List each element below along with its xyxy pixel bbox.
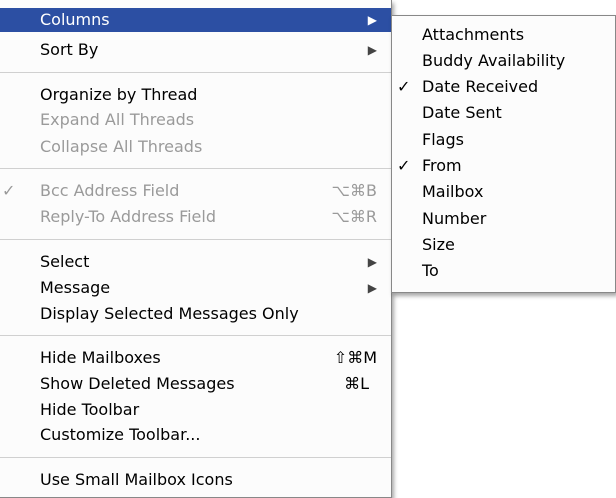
separator [0,239,391,240]
submenu-arrow-icon: ▶ [367,255,377,269]
menu-item-use-small-mailbox-icons[interactable]: Use Small Mailbox Icons [0,468,391,492]
menu-item-show-deleted-messages-label: Show Deleted Messages [40,374,235,393]
separator [0,457,391,458]
menu-item-columns-label: Columns [40,10,110,29]
submenu-item-date-received-label: Date Received [422,77,539,96]
submenu-arrow-icon: ▶ [367,43,377,57]
submenu-item-mailbox[interactable]: Mailbox [392,180,615,204]
menu-item-hide-mailboxes-label: Hide Mailboxes [40,348,161,367]
menu-item-hide-toolbar[interactable]: Hide Toolbar [0,398,391,422]
submenu-item-number[interactable]: Number [392,207,615,231]
submenu-arrow-icon: ▶ [367,281,377,295]
menu-item-hide-mailboxes-shortcut: ⇧⌘M [333,348,377,367]
menu-item-customize-toolbar-label: Customize Toolbar... [40,425,201,444]
checkmark-icon: ✓ [2,181,16,200]
submenu-item-attachments-label: Attachments [422,25,525,44]
menu-item-organize-by-thread-label: Organize by Thread [40,85,198,104]
menu-item-show-deleted-shortcut: ⌘L [344,374,369,393]
submenu-item-number-label: Number [422,209,487,228]
submenu-item-buddy-availability-label: Buddy Availability [422,51,566,70]
menu-item-collapse-all-threads-label: Collapse All Threads [40,137,203,156]
menu-item-columns[interactable]: Columns ▶ [0,8,391,32]
submenu-item-date-sent[interactable]: Date Sent [392,101,615,125]
menu-item-reply-to-address-field[interactable]: Reply-To Address Field ⌥⌘R [0,205,391,229]
separator [0,168,391,169]
menu-item-message-label: Message [40,278,111,297]
submenu-item-mailbox-label: Mailbox [422,182,484,201]
menu-item-organize-by-thread[interactable]: Organize by Thread [0,83,391,107]
submenu-arrow-icon: ▶ [367,13,377,27]
checkmark-icon: ✓ [397,156,411,175]
menu-item-message[interactable]: Message ▶ [0,276,391,300]
menu-item-sort-by-label: Sort By [40,40,99,59]
submenu-item-date-sent-label: Date Sent [422,103,502,122]
submenu-item-attachments[interactable]: Attachments [392,23,615,47]
submenu-item-from-label: From [422,156,462,175]
menu-item-bcc-shortcut: ⌥⌘B [331,181,377,200]
checkmark-icon: ✓ [397,77,411,96]
menu-item-select-label: Select [40,252,90,271]
menu-item-hide-toolbar-label: Hide Toolbar [40,400,140,419]
submenu-item-size-label: Size [422,235,455,254]
menu-item-bcc-address-field[interactable]: ✓ Bcc Address Field ⌥⌘B [0,179,391,203]
submenu-item-to[interactable]: To [392,259,615,283]
submenu-item-buddy-availability[interactable]: Buddy Availability [392,49,615,73]
menu-item-customize-toolbar[interactable]: Customize Toolbar... [0,423,391,447]
separator [0,72,391,73]
submenu-item-to-label: To [422,261,439,280]
menu-item-display-selected-messages-only-label: Display Selected Messages Only [40,304,299,323]
view-menu: Columns ▶ Sort By ▶ Organize by Thread E… [0,0,392,498]
menu-item-show-deleted-messages[interactable]: Show Deleted Messages ⌘L [0,372,391,396]
menu-item-hide-mailboxes[interactable]: Hide Mailboxes ⇧⌘M [0,346,391,370]
menu-item-display-selected-messages-only[interactable]: Display Selected Messages Only [0,302,391,326]
menu-item-bcc-address-field-label: Bcc Address Field [40,181,180,200]
submenu-item-size[interactable]: Size [392,233,615,257]
menu-item-expand-all-threads-label: Expand All Threads [40,110,195,129]
columns-submenu: Attachments Buddy Availability ✓ Date Re… [391,15,616,293]
menu-item-collapse-all-threads[interactable]: Collapse All Threads [0,135,391,159]
submenu-item-flags-label: Flags [422,130,464,149]
menu-item-select[interactable]: Select ▶ [0,250,391,274]
submenu-item-date-received[interactable]: ✓ Date Received [392,75,615,99]
menu-item-expand-all-threads[interactable]: Expand All Threads [0,108,391,132]
submenu-item-from[interactable]: ✓ From [392,154,615,178]
menu-item-reply-to-address-field-label: Reply-To Address Field [40,207,216,226]
menu-item-sort-by[interactable]: Sort By ▶ [0,38,391,62]
separator [0,335,391,336]
menu-item-use-small-mailbox-icons-label: Use Small Mailbox Icons [40,470,233,489]
submenu-item-flags[interactable]: Flags [392,128,615,152]
menu-item-reply-to-shortcut: ⌥⌘R [331,207,377,226]
